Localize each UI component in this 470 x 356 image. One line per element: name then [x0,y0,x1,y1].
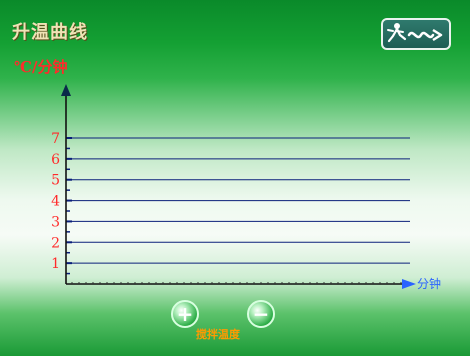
minus-circle-icon: − [252,302,270,326]
y-axis-arrow [61,84,71,96]
plus-button[interactable]: + [171,300,199,328]
y-tick-label: 3 [51,214,60,230]
minus-button[interactable]: − [247,300,275,328]
y-tick-label: 2 [51,235,60,251]
stir-temperature-label: 搅拌温度 [196,328,240,341]
x-axis-arrow [402,279,416,289]
y-tick-label: 5 [51,173,60,189]
x-axis-unit: 分钟 [417,277,442,291]
temperature-chart: 1 2 3 4 5 6 7 [51,84,416,289]
screen: 升温曲线 ℃/分钟 1234567 分钟 + − 搅拌温度 [0,0,470,356]
y-tick-label: 1 [51,256,60,272]
y-tick-label: 7 [51,131,60,147]
plus-circle-icon: + [176,302,194,326]
y-tick-label: 4 [51,194,60,210]
y-tick-label: 6 [51,152,60,168]
